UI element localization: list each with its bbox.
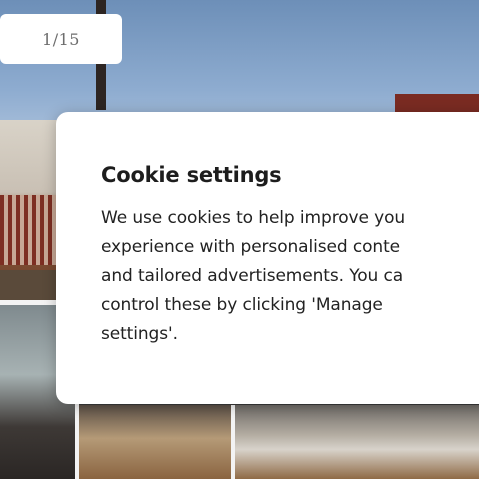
photo-shed-detail xyxy=(0,195,60,265)
gallery-thumbnail[interactable] xyxy=(235,405,479,479)
cookie-settings-dialog: Cookie settings We use cookies to help i… xyxy=(56,112,479,404)
photo-counter-text: 1/15 xyxy=(42,29,80,49)
cookie-dialog-title: Cookie settings xyxy=(101,163,282,187)
gallery-thumbnail[interactable] xyxy=(79,405,231,479)
photo-counter-badge: 1/15 xyxy=(0,14,122,64)
cookie-dialog-body: We use cookies to help improve you exper… xyxy=(101,208,406,344)
